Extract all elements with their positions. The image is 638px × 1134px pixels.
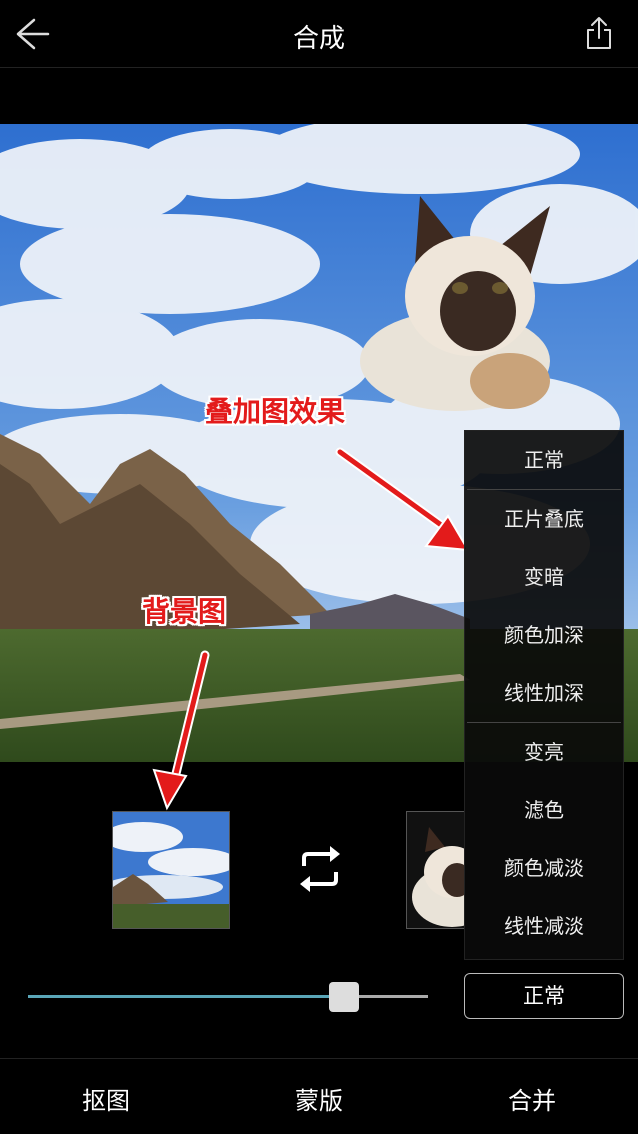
slider-handle[interactable] (329, 982, 359, 1012)
swap-images-icon[interactable] (298, 846, 342, 892)
blend-option-multiply[interactable]: 正片叠底 (465, 490, 623, 548)
blend-mode-menu: 正常 正片叠底 变暗 颜色加深 线性加深 变亮 滤色 颜色减淡 线性减淡 (464, 430, 624, 960)
overlay-thumbnail-image (412, 827, 464, 927)
slider-track-filled (28, 995, 344, 998)
background-image-annotation: 背景图 (142, 595, 227, 628)
page-title: 合成 (292, 24, 345, 54)
tab-merge[interactable]: 合并 (462, 1081, 602, 1116)
background-thumbnail[interactable] (112, 811, 230, 929)
blend-option-linear-burn[interactable]: 线性加深 (465, 664, 623, 722)
share-icon[interactable] (584, 14, 614, 54)
blend-option-normal[interactable]: 正常 (465, 431, 623, 489)
cat-overlay-image[interactable] (360, 186, 560, 416)
background-thumbnail-image (113, 812, 229, 928)
blend-option-lighten[interactable]: 变亮 (465, 723, 623, 781)
top-bar: 合成 (0, 0, 638, 68)
blend-option-color-burn[interactable]: 颜色加深 (465, 606, 623, 664)
blend-option-linear-dodge[interactable]: 线性减淡 (465, 897, 623, 955)
overlay-thumbnail[interactable] (406, 811, 464, 929)
blend-option-screen[interactable]: 滤色 (465, 781, 623, 839)
bottom-toolbar: 抠图 蒙版 合并 (0, 1058, 638, 1134)
blend-mode-button[interactable]: 正常 (464, 973, 624, 1019)
tab-mask[interactable]: 蒙版 (249, 1081, 389, 1116)
blend-option-darken[interactable]: 变暗 (465, 548, 623, 606)
overlay-effect-annotation: 叠加图效果 (205, 395, 346, 428)
blend-option-color-dodge[interactable]: 颜色减淡 (465, 839, 623, 897)
tab-cutout[interactable]: 抠图 (36, 1081, 176, 1116)
opacity-slider[interactable] (28, 982, 428, 1012)
